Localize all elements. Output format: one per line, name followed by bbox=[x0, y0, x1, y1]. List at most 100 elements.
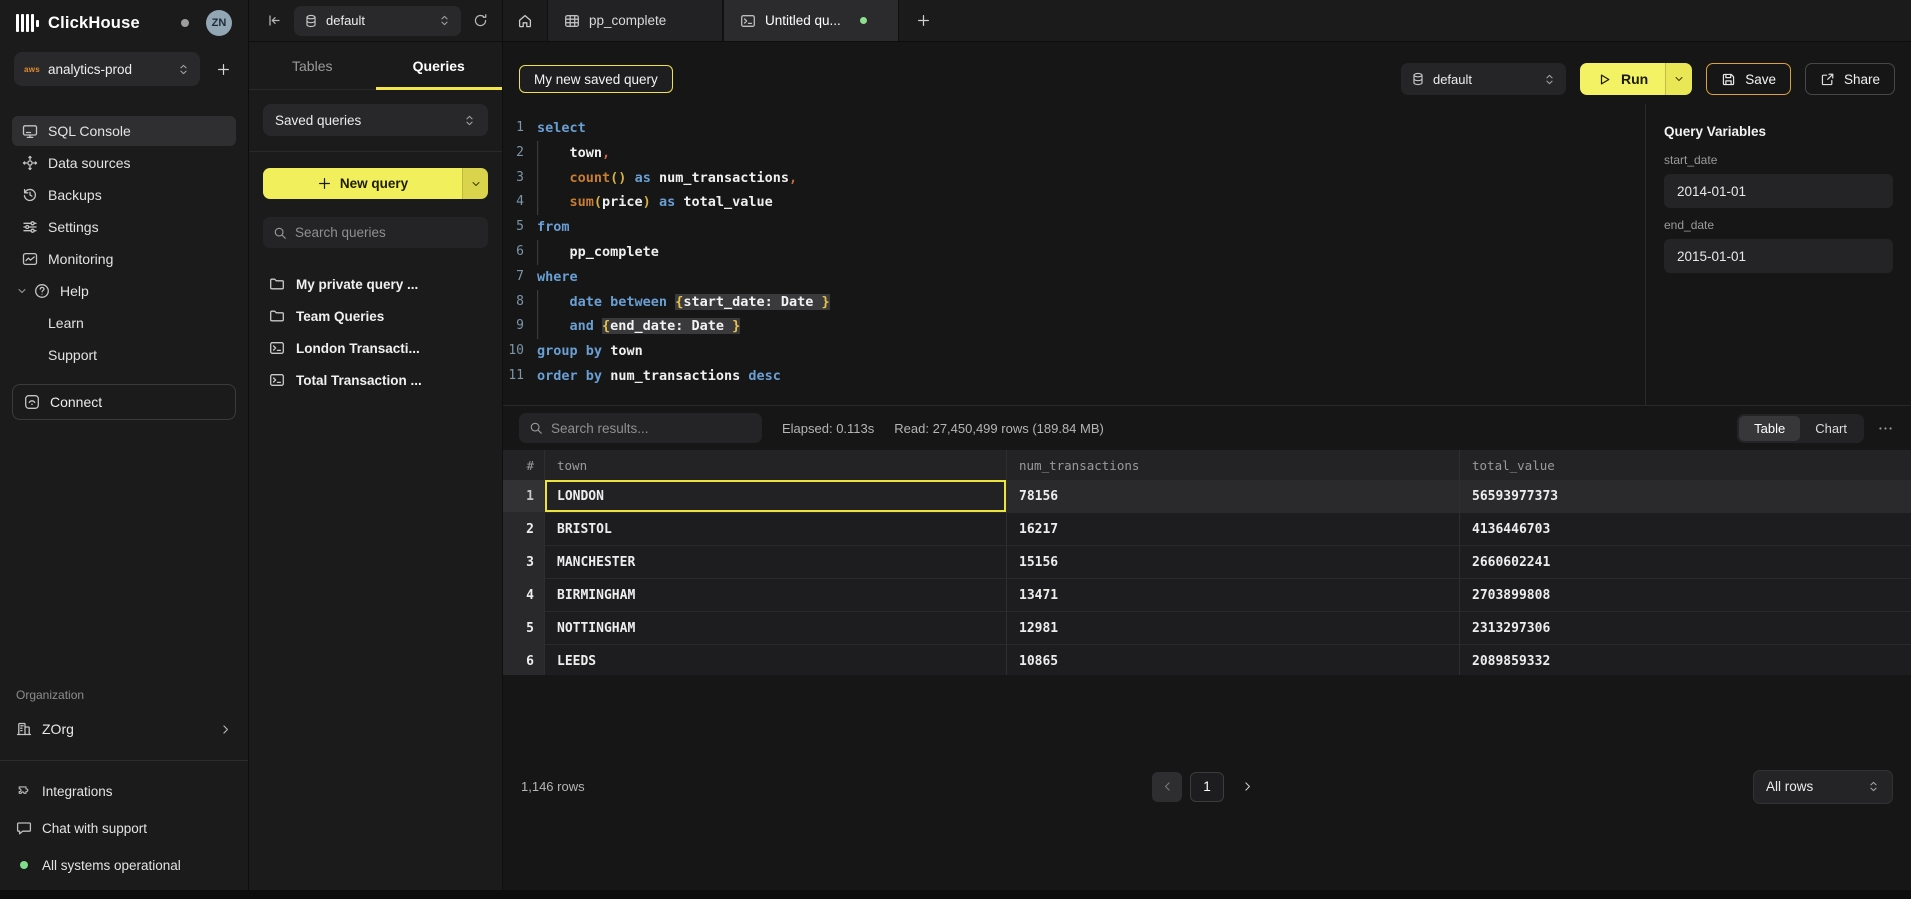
aws-icon: aws bbox=[24, 65, 40, 74]
tab-strip: pp_completeUntitled qu... bbox=[503, 0, 1911, 41]
sidebar-item-support[interactable]: Support bbox=[12, 340, 236, 370]
settings-icon bbox=[22, 219, 38, 235]
new-query-dropdown[interactable] bbox=[462, 168, 488, 199]
saved-query-london-transacti[interactable]: London Transacti... bbox=[263, 332, 488, 364]
sidebar-footer-item-all-systems-operational[interactable]: All systems operational bbox=[16, 853, 232, 877]
more-options-icon[interactable] bbox=[1876, 421, 1895, 436]
backups-icon bbox=[22, 187, 38, 203]
cell-town[interactable]: LEEDS bbox=[545, 645, 1007, 675]
view-toggle-chart[interactable]: Chart bbox=[1800, 416, 1862, 441]
cell-town[interactable]: BRISTOL bbox=[545, 513, 1007, 545]
view-toggle-table[interactable]: Table bbox=[1739, 416, 1800, 441]
previous-page-button[interactable] bbox=[1152, 772, 1182, 802]
saved-query-total-transaction[interactable]: Total Transaction ... bbox=[263, 364, 488, 396]
organization-heading: Organization bbox=[16, 688, 232, 702]
sidebar-item-help[interactable]: Help bbox=[12, 276, 236, 306]
search-icon bbox=[273, 226, 287, 240]
collapse-sidebar-icon[interactable] bbox=[267, 13, 282, 28]
document-tab-pp-complete[interactable]: pp_complete bbox=[547, 0, 723, 41]
tab-tables[interactable]: Tables bbox=[249, 42, 376, 89]
cell-num-transactions[interactable]: 78156 bbox=[1007, 480, 1460, 512]
run-button[interactable]: Run bbox=[1580, 63, 1665, 95]
variable-input-end-date[interactable] bbox=[1664, 239, 1893, 273]
refresh-icon[interactable] bbox=[473, 13, 488, 28]
sidebar-footer-item-chat-with-support[interactable]: Chat with support bbox=[16, 816, 232, 840]
new-tab-button[interactable] bbox=[899, 0, 947, 41]
sidebar-item-learn[interactable]: Learn bbox=[12, 308, 236, 338]
cell-total-value[interactable]: 2703899808 bbox=[1460, 579, 1911, 611]
table-row[interactable]: 4BIRMINGHAM134712703899808 bbox=[503, 579, 1911, 612]
page-number[interactable]: 1 bbox=[1190, 772, 1224, 802]
sql-editor[interactable]: 1select2 town,3 count() as num_transacti… bbox=[503, 104, 1645, 405]
editor-database-selector[interactable]: default bbox=[1401, 63, 1566, 95]
connect-label: Connect bbox=[50, 394, 102, 410]
organization-item[interactable]: ZOrg bbox=[16, 714, 232, 744]
cell-num-transactions[interactable]: 16217 bbox=[1007, 513, 1460, 545]
cell-total-value[interactable]: 2089859332 bbox=[1460, 645, 1911, 675]
sidebar-item-monitoring[interactable]: Monitoring bbox=[12, 244, 236, 274]
run-options-dropdown[interactable] bbox=[1665, 63, 1692, 95]
save-button[interactable]: Save bbox=[1706, 63, 1791, 95]
table-row[interactable]: 5NOTTINGHAM129812313297306 bbox=[503, 612, 1911, 645]
sidebar-item-label: Backups bbox=[48, 187, 102, 203]
table-row[interactable]: 2BRISTOL162174136446703 bbox=[503, 513, 1911, 546]
table-row[interactable]: 3MANCHESTER151562660602241 bbox=[503, 546, 1911, 579]
console-icon bbox=[22, 123, 38, 139]
new-query-button[interactable]: New query bbox=[263, 168, 488, 199]
cell-total-value[interactable]: 56593977373 bbox=[1460, 480, 1911, 512]
service-selector[interactable]: aws analytics-prod bbox=[14, 52, 200, 86]
user-avatar[interactable]: ZN bbox=[206, 10, 232, 36]
chat-icon bbox=[16, 820, 32, 836]
saved-query-list: My private query ...Team QueriesLondon T… bbox=[263, 268, 488, 396]
results-footer: 1,146 rows 1 All rows bbox=[503, 675, 1911, 899]
column-header-total-value[interactable]: total_value bbox=[1460, 450, 1911, 480]
code-text: and {end_date: Date } bbox=[537, 314, 740, 339]
cell-num-transactions[interactable]: 12981 bbox=[1007, 612, 1460, 644]
tab-queries[interactable]: Queries bbox=[376, 42, 503, 89]
query-search-input[interactable] bbox=[295, 225, 478, 240]
connect-button[interactable]: Connect bbox=[12, 384, 236, 420]
sidebar-footer-item-integrations[interactable]: Integrations bbox=[16, 779, 232, 803]
cell-total-value[interactable]: 2313297306 bbox=[1460, 612, 1911, 644]
cell-num-transactions[interactable]: 10865 bbox=[1007, 645, 1460, 675]
saved-query-my-private-query[interactable]: My private query ... bbox=[263, 268, 488, 300]
page-size-selector[interactable]: All rows bbox=[1753, 770, 1893, 804]
cell-total-value[interactable]: 4136446703 bbox=[1460, 513, 1911, 545]
code-line: 8 date between {start_date: Date } bbox=[503, 290, 1645, 315]
saved-query-team-queries[interactable]: Team Queries bbox=[263, 300, 488, 332]
cell-town[interactable]: LONDON bbox=[545, 480, 1007, 512]
saved-queries-filter[interactable]: Saved queries bbox=[263, 104, 488, 136]
table-row[interactable]: 1LONDON7815656593977373 bbox=[503, 480, 1911, 513]
sidebar-item-backups[interactable]: Backups bbox=[12, 180, 236, 210]
cell-town[interactable]: NOTTINGHAM bbox=[545, 612, 1007, 644]
code-line: 2 town, bbox=[503, 141, 1645, 166]
cell-town[interactable]: BIRMINGHAM bbox=[545, 579, 1007, 611]
add-service-button[interactable] bbox=[212, 58, 234, 80]
topbar-database-selector[interactable]: default bbox=[294, 6, 461, 36]
home-button[interactable] bbox=[503, 0, 547, 41]
chevron-updown-icon bbox=[1543, 73, 1556, 86]
results-search-input[interactable] bbox=[551, 421, 752, 436]
sidebar-item-sql-console[interactable]: SQL Console bbox=[12, 116, 236, 146]
column-header-town[interactable]: town bbox=[545, 450, 1007, 480]
chevron-right-icon bbox=[1241, 780, 1254, 793]
row-count: 1,146 rows bbox=[521, 779, 585, 794]
row-index-cell: 6 bbox=[503, 645, 545, 675]
run-label: Run bbox=[1621, 71, 1648, 87]
share-button[interactable]: Share bbox=[1805, 63, 1895, 95]
table-row[interactable]: 6LEEDS108652089859332 bbox=[503, 645, 1911, 675]
cell-num-transactions[interactable]: 13471 bbox=[1007, 579, 1460, 611]
sidebar-item-data-sources[interactable]: Data sources bbox=[12, 148, 236, 178]
variable-input-start-date[interactable] bbox=[1664, 174, 1893, 208]
cell-num-transactions[interactable]: 15156 bbox=[1007, 546, 1460, 578]
results-toolbar: Elapsed: 0.113s Read: 27,450,499 rows (1… bbox=[503, 406, 1911, 450]
next-page-button[interactable] bbox=[1232, 772, 1262, 802]
sidebar-item-settings[interactable]: Settings bbox=[12, 212, 236, 242]
document-tab-untitled-qu[interactable]: Untitled qu... bbox=[723, 0, 899, 41]
column-header-num-transactions[interactable]: num_transactions bbox=[1007, 450, 1460, 480]
cell-total-value[interactable]: 2660602241 bbox=[1460, 546, 1911, 578]
query-icon bbox=[269, 340, 285, 356]
saved-query-chip[interactable]: My new saved query bbox=[519, 65, 673, 93]
cell-town[interactable]: MANCHESTER bbox=[545, 546, 1007, 578]
code-text: sum(price) as total_value bbox=[537, 190, 773, 215]
